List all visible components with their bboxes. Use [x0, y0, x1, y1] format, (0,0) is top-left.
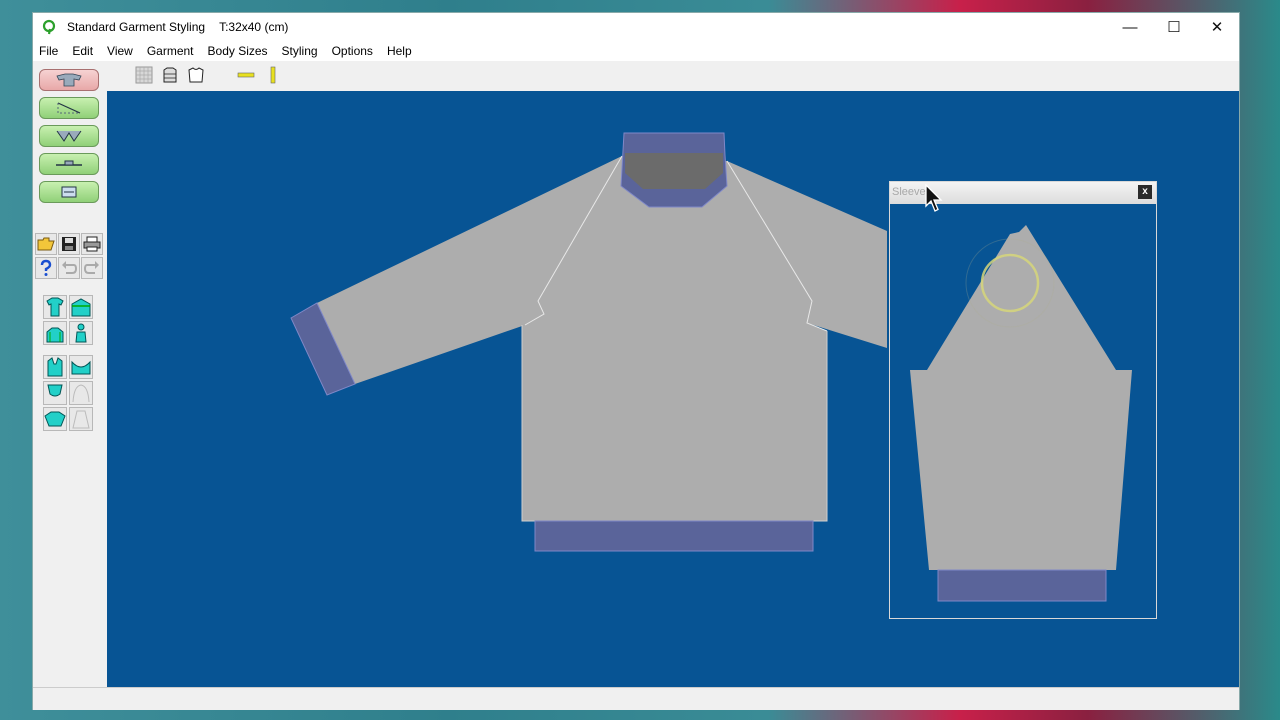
- save-icon: [62, 237, 76, 251]
- sleeve-cap-button[interactable]: [69, 381, 93, 405]
- status-bar: [33, 687, 1239, 710]
- skirt-icon: [72, 410, 90, 429]
- redo-button[interactable]: [81, 257, 103, 279]
- menu-file[interactable]: File: [33, 44, 65, 58]
- menu-styling[interactable]: Styling: [275, 44, 325, 58]
- shoulder-style-button[interactable]: [69, 295, 93, 319]
- body-figure-icon: [75, 323, 87, 343]
- chart-mode-button[interactable]: [39, 181, 99, 203]
- print-button[interactable]: [81, 233, 103, 255]
- align-mode-button[interactable]: [39, 153, 99, 175]
- chart-mode-icon: [61, 186, 77, 198]
- sweater-mode-button[interactable]: [39, 69, 99, 91]
- menu-view[interactable]: View: [100, 44, 140, 58]
- sleeve-cuff: [937, 569, 1107, 602]
- sleeve-window[interactable]: Sleeve x: [889, 181, 1157, 619]
- vertical-ruler-icon[interactable]: [269, 66, 277, 84]
- grid-icon[interactable]: [135, 66, 153, 84]
- neck-opening: [625, 153, 723, 189]
- menu-help[interactable]: Help: [380, 44, 419, 58]
- sweater-back-icon[interactable]: [187, 66, 205, 84]
- shoulder-style-icon: [71, 298, 91, 317]
- sweater-mode-icon: [56, 73, 82, 87]
- redo-icon: [83, 261, 99, 274]
- waistband: [534, 520, 814, 552]
- sleeve-pattern: [910, 225, 1132, 602]
- app-window: Standard Garment Styling T:32x40 (cm) — ☐…: [32, 12, 1240, 710]
- sleeve-window-title: Sleeve: [892, 186, 926, 198]
- toolbar: [33, 61, 1239, 91]
- close-button[interactable]: ✕: [1195, 13, 1239, 41]
- armhole-icon: [47, 357, 63, 377]
- neckline-style-button[interactable]: [69, 355, 93, 379]
- neckline-icon: [71, 360, 91, 375]
- menu-body-sizes[interactable]: Body Sizes: [201, 44, 275, 58]
- title-bar[interactable]: Standard Garment Styling T:32x40 (cm) — ☐…: [33, 13, 1239, 41]
- menu-bar: File Edit View Garment Body Sizes Stylin…: [33, 41, 1239, 61]
- shape-mode-icon: [56, 130, 82, 142]
- mouse-cursor-icon: [925, 184, 943, 212]
- window-subtitle: T:32x40 (cm): [219, 20, 289, 34]
- app-logo-icon: [42, 19, 56, 35]
- undo-icon: [62, 261, 78, 274]
- align-mode-icon: [56, 160, 82, 166]
- collar-style-button[interactable]: [43, 381, 67, 405]
- undo-button[interactable]: [58, 257, 80, 279]
- collar-icon: [47, 384, 63, 397]
- minimize-button[interactable]: —: [1108, 13, 1152, 41]
- sleeve-style-button[interactable]: [43, 407, 67, 431]
- figure-fit-button[interactable]: [43, 321, 67, 345]
- open-button[interactable]: [35, 233, 57, 255]
- sleeve-body: [910, 225, 1132, 570]
- left-tool-panel: [33, 61, 105, 689]
- maximize-button[interactable]: ☐: [1152, 13, 1196, 41]
- body-figure-button[interactable]: [69, 321, 93, 345]
- shape-mode-button[interactable]: [39, 125, 99, 147]
- garment-canvas[interactable]: Sleeve x: [107, 91, 1239, 687]
- menu-options[interactable]: Options: [325, 44, 380, 58]
- help-icon: [40, 259, 52, 276]
- garment-style-button[interactable]: [43, 295, 67, 319]
- armhole-style-button[interactable]: [43, 355, 67, 379]
- sleeve-style-icon: [44, 411, 66, 427]
- garment-style-icon: [46, 297, 64, 317]
- window-title: Standard Garment Styling T:32x40 (cm): [67, 20, 289, 34]
- sweater-front-icon[interactable]: [161, 66, 179, 84]
- sleeve-cap-icon: [72, 384, 90, 403]
- save-button[interactable]: [58, 233, 80, 255]
- figure-fit-icon: [46, 327, 64, 343]
- horizontal-ruler-icon[interactable]: [237, 71, 255, 79]
- sleeve-window-close-button[interactable]: x: [1138, 185, 1152, 199]
- open-folder-icon: [37, 237, 55, 251]
- menu-edit[interactable]: Edit: [65, 44, 100, 58]
- help-button[interactable]: [35, 257, 57, 279]
- menu-garment[interactable]: Garment: [140, 44, 201, 58]
- measure-mode-icon: [57, 102, 81, 114]
- measure-mode-button[interactable]: [39, 97, 99, 119]
- print-icon: [83, 236, 101, 252]
- skirt-style-button[interactable]: [69, 407, 93, 431]
